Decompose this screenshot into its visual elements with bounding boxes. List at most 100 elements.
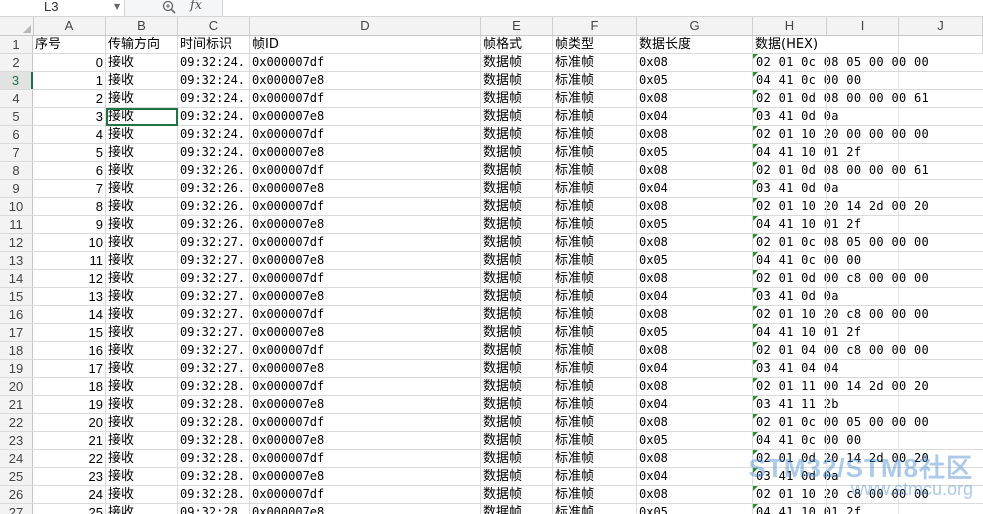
cell-frame-id[interactable]: 0x000007df	[250, 90, 481, 107]
cell-frame-format[interactable]: 数据帧	[481, 90, 553, 107]
cell-data-length[interactable]: 0x05	[637, 252, 753, 269]
cell-data-length[interactable]: 0x05	[637, 144, 753, 161]
cell-direction[interactable]: 接收	[106, 288, 178, 305]
cell-frame-id[interactable]: 0x000007e8	[250, 216, 481, 233]
cell-seq[interactable]: 15	[33, 324, 106, 341]
cell-direction[interactable]: 接收	[106, 468, 178, 485]
cell-frame-id[interactable]: 0x000007e8	[250, 504, 481, 514]
cell-data-length[interactable]: 0x08	[637, 54, 753, 71]
cell-direction[interactable]: 接收	[106, 504, 178, 514]
cell-frame-type[interactable]: 标准帧	[553, 360, 637, 377]
cell-frame-type[interactable]: 标准帧	[553, 270, 637, 287]
cell-time[interactable]: 09:32:28.	[178, 414, 250, 431]
row-number[interactable]: 15	[0, 288, 33, 305]
zoom-icon[interactable]	[162, 0, 178, 14]
cell-frame-id[interactable]: 0x000007e8	[250, 396, 481, 413]
cell-direction[interactable]: 接收	[106, 414, 178, 431]
cell-direction[interactable]: 接收	[106, 252, 178, 269]
cell-data-length[interactable]: 0x08	[637, 450, 753, 467]
cell-seq[interactable]: 22	[33, 450, 106, 467]
cell-seq[interactable]: 20	[33, 414, 106, 431]
cell-seq[interactable]: 13	[33, 288, 106, 305]
cell-seq[interactable]: 3	[33, 108, 106, 125]
cell-seq[interactable]: 6	[33, 162, 106, 179]
cell-frame-type[interactable]: 标准帧	[553, 378, 637, 395]
cell-frame-id[interactable]: 0x000007e8	[250, 324, 481, 341]
cell-frame-format[interactable]: 数据帧	[481, 252, 553, 269]
cell-time[interactable]: 09:32:28.	[178, 396, 250, 413]
cell-seq[interactable]: 25	[33, 504, 106, 514]
cell-data-length[interactable]: 0x04	[637, 360, 753, 377]
cell-data-hex[interactable]: 04 41 0c 00 00	[753, 72, 983, 89]
cell-frame-type[interactable]: 标准帧	[553, 72, 637, 89]
row-number[interactable]: 18	[0, 342, 33, 359]
cell-frame-type[interactable]: 标准帧	[553, 234, 637, 251]
cell-time[interactable]: 09:32:27.	[178, 306, 250, 323]
cell-frame-type[interactable]: 标准帧	[553, 90, 637, 107]
cell-data-length[interactable]: 0x08	[637, 414, 753, 431]
cell-header-data-length[interactable]: 数据长度	[637, 36, 753, 53]
cell-time[interactable]: 09:32:24.	[178, 126, 250, 143]
cell-data-hex[interactable]: 02 01 11 00 14 2d 00 20	[753, 378, 983, 395]
cell-data-hex[interactable]: 02 01 10 20 00 00 00 00	[753, 126, 983, 143]
cell-data-length[interactable]: 0x05	[637, 504, 753, 514]
cell-frame-format[interactable]: 数据帧	[481, 432, 553, 449]
cell-frame-format[interactable]: 数据帧	[481, 126, 553, 143]
cell-time[interactable]: 09:32:24.	[178, 54, 250, 71]
cell-frame-type[interactable]: 标准帧	[553, 432, 637, 449]
cell-frame-format[interactable]: 数据帧	[481, 162, 553, 179]
cell-data-length[interactable]: 0x04	[637, 468, 753, 485]
cell-direction[interactable]: 接收	[106, 306, 178, 323]
cell-frame-id[interactable]: 0x000007df	[250, 378, 481, 395]
cell-seq[interactable]: 2	[33, 90, 106, 107]
cell-data-hex[interactable]: 02 01 0d 08 00 00 00 61	[753, 162, 983, 179]
cell-frame-format[interactable]: 数据帧	[481, 180, 553, 197]
cell-seq[interactable]: 10	[33, 234, 106, 251]
cell-time[interactable]: 09:32:27.	[178, 324, 250, 341]
cell-header-seq[interactable]: 序号	[33, 36, 106, 53]
column-header-g[interactable]: G	[637, 17, 753, 35]
cell-seq[interactable]: 14	[33, 306, 106, 323]
cell-direction[interactable]: 接收	[106, 342, 178, 359]
cell-time[interactable]: 09:32:28.	[178, 468, 250, 485]
fx-icon[interactable]: fx	[190, 0, 202, 13]
cell-frame-format[interactable]: 数据帧	[481, 306, 553, 323]
cell-data-length[interactable]: 0x08	[637, 126, 753, 143]
row-number[interactable]: 16	[0, 306, 33, 323]
cell-data-length[interactable]: 0x04	[637, 288, 753, 305]
row-number[interactable]: 5	[0, 108, 33, 125]
row-number[interactable]: 26	[0, 486, 33, 503]
cell-seq[interactable]: 21	[33, 432, 106, 449]
cell-direction[interactable]: 接收	[106, 324, 178, 341]
cell-data-hex[interactable]: 02 01 10 20 14 2d 00 20	[753, 198, 983, 215]
cell-direction[interactable]: 接收	[106, 234, 178, 251]
row-number[interactable]: 6	[0, 126, 33, 143]
cell-data-hex[interactable]: 04 41 10 01 2f	[753, 216, 983, 233]
cell-frame-id[interactable]: 0x000007e8	[250, 180, 481, 197]
cell-frame-type[interactable]: 标准帧	[553, 306, 637, 323]
cell-frame-format[interactable]: 数据帧	[481, 270, 553, 287]
cell-direction[interactable]: 接收	[106, 486, 178, 503]
cell-direction[interactable]: 接收	[106, 180, 178, 197]
row-number[interactable]: 14	[0, 270, 33, 287]
cell-data-hex[interactable]: 04 41 10 01 2f	[753, 324, 983, 341]
cell-seq[interactable]: 7	[33, 180, 106, 197]
cell-data-hex[interactable]: 02 01 10 20 c8 00 00 00	[753, 486, 983, 503]
cell-data-hex[interactable]: 03 41 0d 0a	[753, 180, 983, 197]
cell-time[interactable]: 09:32:24.	[178, 72, 250, 89]
cell-header-direction[interactable]: 传输方向	[106, 36, 178, 53]
row-number[interactable]: 11	[0, 216, 33, 233]
column-header-b[interactable]: B	[106, 17, 178, 35]
cell-frame-type[interactable]: 标准帧	[553, 252, 637, 269]
row-number[interactable]: 2	[0, 54, 33, 71]
cell-frame-type[interactable]: 标准帧	[553, 126, 637, 143]
cell-direction[interactable]: 接收	[106, 216, 178, 233]
row-number[interactable]: 19	[0, 360, 33, 377]
cell-frame-type[interactable]: 标准帧	[553, 54, 637, 71]
cell-time[interactable]: 09:32:26.	[178, 180, 250, 197]
cell-frame-type[interactable]: 标准帧	[553, 144, 637, 161]
cell-direction[interactable]: 接收	[106, 270, 178, 287]
cell-data-hex[interactable]: 03 41 0d 0a	[753, 108, 983, 125]
row-number[interactable]: 12	[0, 234, 33, 251]
cell-time[interactable]: 09:32:28.	[178, 378, 250, 395]
